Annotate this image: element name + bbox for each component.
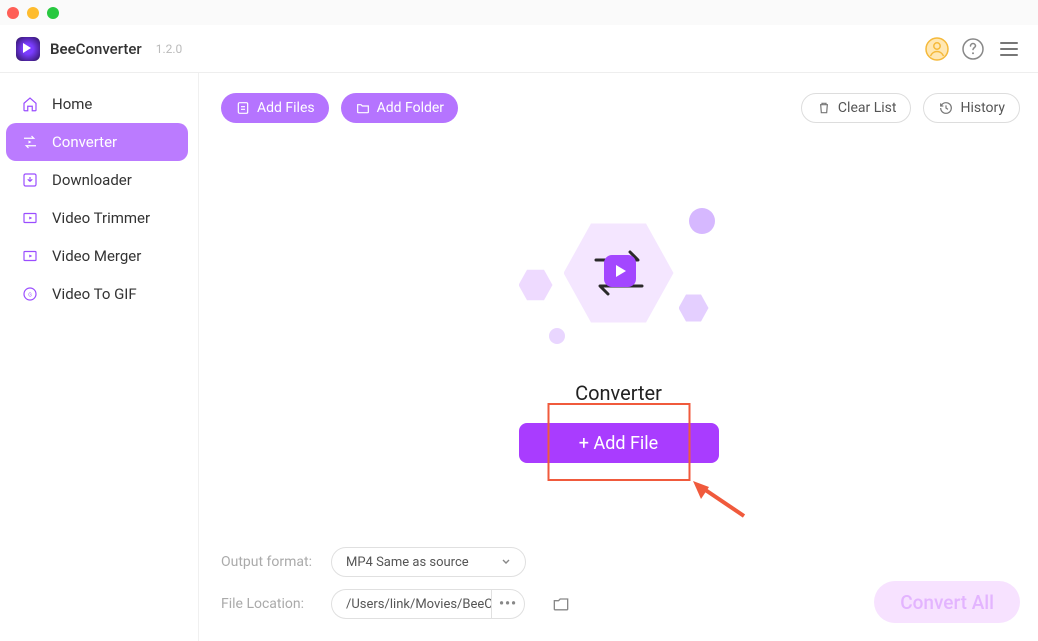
stage-title: Converter — [575, 381, 662, 405]
sidebar-item-downloader[interactable]: Downloader — [6, 161, 188, 199]
chevron-down-icon — [501, 557, 511, 567]
convert-all-button[interactable]: Convert All — [874, 581, 1020, 623]
file-location-label: File Location: — [221, 596, 317, 612]
mac-titlebar — [0, 0, 1038, 25]
add-folder-button[interactable]: Add Folder — [341, 93, 458, 123]
merger-icon — [20, 246, 40, 266]
app-name: BeeConverter — [50, 40, 142, 58]
file-location-value: /Users/link/Movies/BeeC — [331, 589, 491, 619]
app-toolbar: BeeConverter 1.2.0 — [0, 25, 1038, 73]
sidebar-item-label: Home — [52, 95, 92, 113]
sidebar-item-home[interactable]: Home — [6, 85, 188, 123]
add-folder-label: Add Folder — [377, 100, 444, 116]
account-icon[interactable] — [924, 36, 950, 62]
sidebar-item-merger[interactable]: Video Merger — [6, 237, 188, 275]
help-icon[interactable] — [960, 36, 986, 62]
sidebar-item-gif[interactable]: G Video To GIF — [6, 275, 188, 313]
sidebar-item-label: Video To GIF — [52, 285, 137, 303]
output-format-value: MP4 Same as source — [346, 555, 469, 570]
file-location-more-button[interactable]: ••• — [491, 589, 525, 619]
empty-state-illustration — [509, 193, 729, 363]
sidebar-item-label: Video Trimmer — [52, 209, 150, 227]
footer-panel: Output format: MP4 Same as source File L… — [199, 547, 1038, 641]
output-format-label: Output format: — [221, 554, 317, 570]
hamburger-menu-icon[interactable] — [996, 36, 1022, 62]
gif-icon: G — [20, 284, 40, 304]
sidebar-item-label: Downloader — [52, 171, 132, 189]
minimize-window-icon[interactable] — [27, 7, 39, 19]
app-logo-icon — [16, 37, 40, 61]
sidebar-item-label: Video Merger — [52, 247, 141, 265]
close-window-icon[interactable] — [7, 7, 19, 19]
home-icon — [20, 94, 40, 114]
open-folder-icon[interactable] — [551, 594, 571, 614]
trimmer-icon — [20, 208, 40, 228]
history-label: History — [960, 100, 1005, 116]
download-icon — [20, 170, 40, 190]
add-files-label: Add Files — [257, 100, 315, 116]
add-file-primary-button[interactable]: + Add File — [519, 423, 719, 463]
converter-icon — [20, 132, 40, 152]
clear-list-label: Clear List — [838, 100, 897, 116]
sidebar-item-converter[interactable]: Converter — [6, 123, 188, 161]
output-format-select[interactable]: MP4 Same as source — [331, 547, 526, 577]
svg-text:G: G — [28, 292, 32, 298]
history-button[interactable]: History — [923, 93, 1020, 123]
main-panel: Add Files Add Folder Clear List History — [198, 73, 1038, 641]
play-icon — [604, 255, 636, 287]
annotation-arrow-icon — [689, 481, 749, 525]
sidebar-item-trimmer[interactable]: Video Trimmer — [6, 199, 188, 237]
maximize-window-icon[interactable] — [47, 7, 59, 19]
app-version: 1.2.0 — [156, 42, 183, 56]
clear-list-button[interactable]: Clear List — [801, 93, 912, 123]
sidebar: Home Converter Downloader Video Trimmer … — [0, 73, 198, 641]
sidebar-item-label: Converter — [52, 133, 117, 151]
add-files-button[interactable]: Add Files — [221, 93, 329, 123]
